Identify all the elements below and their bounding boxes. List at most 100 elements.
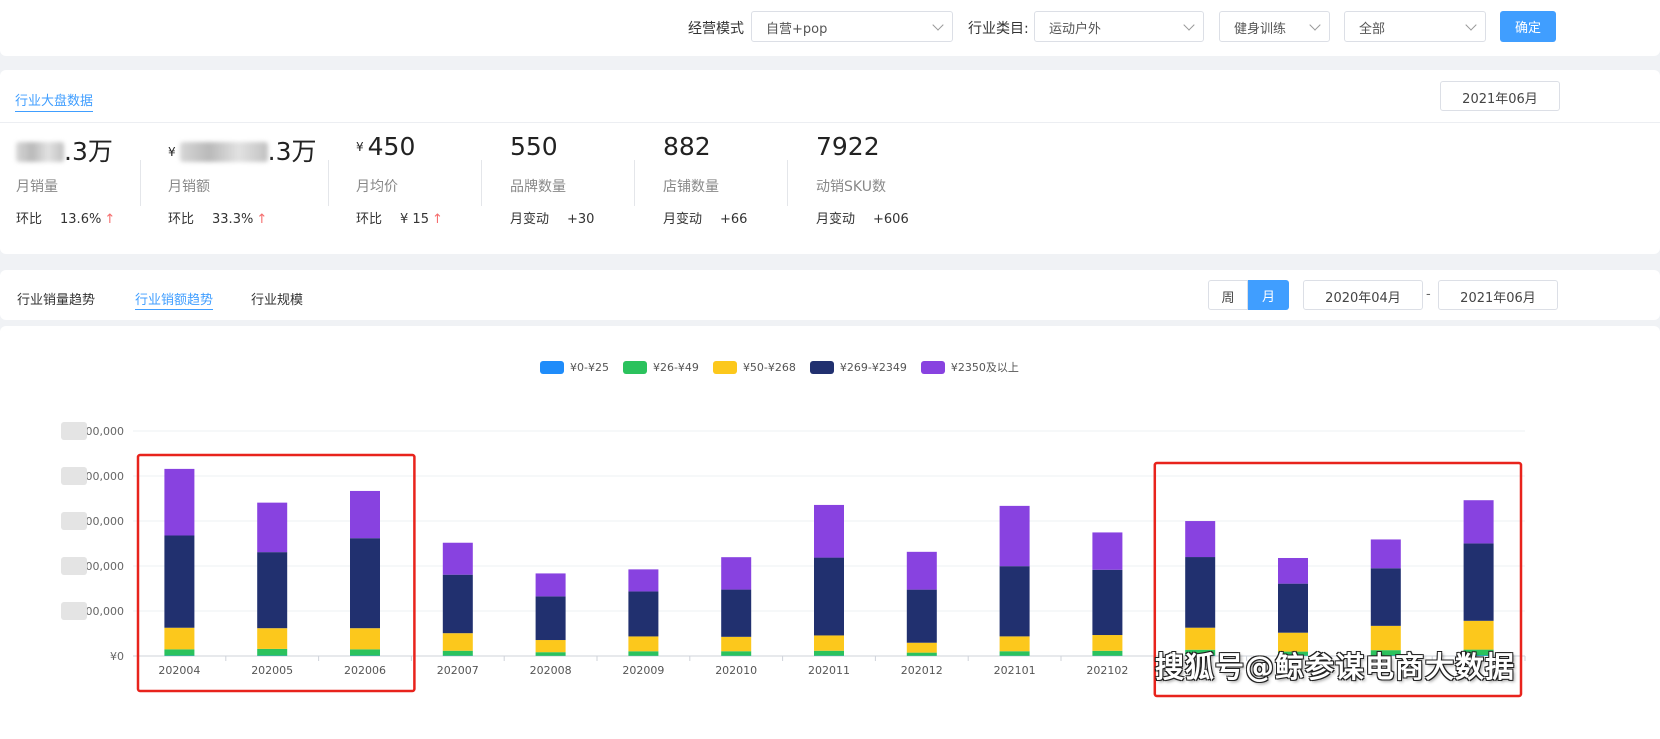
redacted-tick-mask: [61, 512, 87, 530]
x-tick-label: 202102: [1086, 664, 1128, 677]
bar-segment: [257, 648, 288, 656]
bar-segment: [350, 490, 380, 539]
filter-bar: 经营模式 自营+pop 行业类目: 运动户外 健身训练 全部 确定: [0, 0, 1660, 56]
metric-sub-value: ¥ 15: [400, 212, 429, 227]
confirm-button[interactable]: 确定: [1500, 11, 1556, 42]
bar-segment: [164, 468, 195, 536]
y-tick-label: ¥0: [110, 650, 124, 663]
metric-label: 动销SKU数: [816, 179, 886, 195]
tab-industry-overview[interactable]: 行业大盘数据: [15, 90, 94, 112]
x-tick-label: 202101: [994, 664, 1036, 677]
x-tick-label: 202007: [437, 664, 479, 677]
tab-industry-scale[interactable]: 行业规模: [251, 289, 303, 308]
month-toggle[interactable]: 月: [1248, 280, 1289, 310]
start-date-picker[interactable]: 2020年04月: [1303, 280, 1423, 310]
redacted-tick-mask: [61, 557, 87, 575]
watermark: 搜狐号@鲸参谋电商大数据: [1155, 650, 1516, 684]
bar-segment: [257, 552, 288, 629]
bar-segment: [1463, 500, 1494, 544]
metric-monthly-sales-volume: .3万 月销量 环比 13.6% ↑: [16, 132, 115, 227]
bar-segment: [442, 542, 473, 575]
metric-brand-count: 550 品牌数量 月变动 +30: [510, 132, 594, 227]
date-range-separator: -: [1426, 287, 1431, 302]
bar-segment: [1092, 569, 1123, 636]
bar-segment: [814, 650, 844, 656]
bar-segment: [628, 569, 659, 592]
divider: [0, 122, 1660, 123]
bar-segment: [257, 502, 288, 553]
metric-value: 7922: [816, 132, 880, 161]
tab-sales-amount-trend[interactable]: 行业销额趋势: [135, 289, 214, 310]
bar-segment: [535, 573, 566, 597]
arrow-up-icon: ↑: [256, 212, 268, 227]
mode-select[interactable]: 自营+pop: [751, 11, 953, 42]
bar-segment: [999, 651, 1030, 656]
sales-amount-chart-card: ¥0-¥25 ¥26-¥49 ¥50-¥268 ¥269-¥2349 ¥2350及以上 …: [0, 326, 1660, 739]
metric-sub-label: 环比: [168, 212, 195, 227]
arrow-up-icon: ↑: [104, 212, 116, 227]
bar-segment: [535, 596, 566, 641]
metric-value: .3万: [267, 137, 317, 166]
bar-segment: [164, 649, 195, 656]
metric-label: 店铺数量: [663, 179, 719, 195]
x-tick-label: 202012: [901, 664, 943, 677]
tab-sales-volume-trend[interactable]: 行业销量趋势: [17, 289, 95, 308]
bar-segment: [1092, 635, 1123, 651]
end-date-picker[interactable]: 2021年06月: [1438, 280, 1558, 310]
x-tick-label: 202005: [251, 664, 293, 677]
bar-segment: [999, 636, 1030, 652]
bar-segment: [1278, 583, 1308, 633]
x-tick-label: 202008: [530, 664, 572, 677]
metric-sub-value: 33.3%: [212, 212, 254, 227]
bar-segment: [814, 557, 844, 636]
metric-sub-value: +606: [873, 212, 909, 227]
bar-segment: [1370, 539, 1401, 569]
scope-select[interactable]: 全部: [1344, 11, 1486, 42]
metric-sub-label: 月变动: [663, 212, 703, 227]
category-select[interactable]: 运动户外: [1034, 11, 1204, 42]
metric-sub-value: +30: [567, 212, 595, 227]
bar-segment: [814, 635, 844, 651]
x-tick-label: 202006: [344, 664, 386, 677]
bar-segment: [906, 551, 937, 590]
bar-segment: [350, 538, 380, 629]
subcategory-select[interactable]: 健身训练: [1219, 11, 1330, 42]
bar-segment: [814, 504, 844, 558]
week-toggle[interactable]: 周: [1208, 280, 1248, 310]
bar-segment: [535, 652, 566, 656]
metric-value: 882: [663, 132, 711, 161]
bar-segment: [350, 628, 380, 650]
bar-segment: [721, 557, 752, 590]
redacted-tick-mask: [61, 422, 87, 440]
bar-segment: [535, 640, 566, 653]
bar-segment: [442, 650, 473, 656]
bar-segment: [999, 566, 1030, 637]
metric-sub-value: 13.6%: [60, 212, 102, 227]
mode-label: 经营模式: [688, 21, 744, 37]
month-picker[interactable]: 2021年06月: [1440, 81, 1560, 111]
bar-segment: [628, 651, 659, 656]
metric-value: 550: [510, 132, 558, 161]
industry-overview-card: 行业大盘数据 2021年06月 .3万 月销量 环比 13.6% ↑ ¥ .3万 月销…: [0, 70, 1660, 254]
bar-segment: [628, 591, 659, 637]
bar-segment: [721, 651, 752, 656]
bar-segment: [350, 649, 380, 656]
metric-value: 450: [367, 132, 416, 161]
x-tick-label: 202011: [808, 664, 850, 677]
divider: [140, 160, 141, 206]
metric-sub-value: +66: [720, 212, 748, 227]
bar-segment: [999, 505, 1030, 567]
redacted-value: [16, 142, 64, 162]
bar-segment: [164, 535, 195, 628]
trend-tab-bar: 行业销量趋势 行业销额趋势 行业规模 周 月 2020年04月 - 2021年0…: [0, 270, 1660, 320]
bar-segment: [1185, 557, 1216, 628]
chevron-down-icon: [932, 19, 944, 31]
chevron-down-icon: [1183, 19, 1195, 31]
scope-select-value: 全部: [1359, 22, 1386, 37]
divider: [634, 160, 635, 206]
metric-sub-label: 环比: [356, 212, 383, 227]
currency-symbol: ¥: [356, 140, 364, 154]
subcategory-select-value: 健身训练: [1234, 22, 1287, 37]
bar-segment: [1278, 557, 1308, 584]
bar-segment: [1370, 568, 1401, 626]
